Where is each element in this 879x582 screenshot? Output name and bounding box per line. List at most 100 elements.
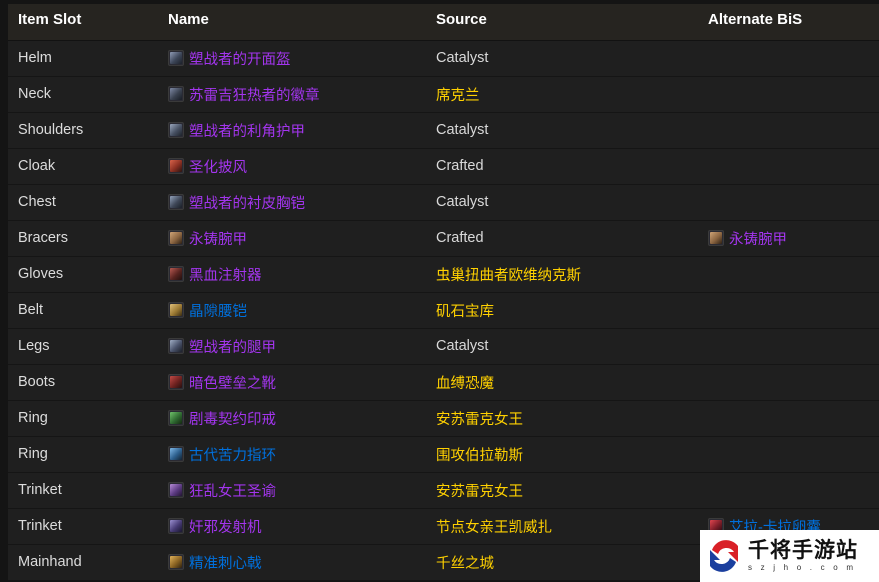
- cell-item-slot: Helm: [0, 40, 160, 77]
- cell-source: 虫巢扭曲者欧维纳克斯: [428, 256, 700, 293]
- alternate-bis-wrapper: 永铸腕甲: [700, 228, 879, 249]
- cell-item-slot: Cloak: [0, 148, 160, 185]
- item-name-link[interactable]: 暗色壁垒之靴: [189, 372, 276, 393]
- cell-item-name: 塑战者的腿甲: [160, 328, 428, 365]
- source-label[interactable]: 围攻伯拉勒斯: [428, 444, 700, 465]
- table-row: Helm 塑战者的开面盔 Catalyst: [0, 40, 879, 77]
- item-name-link[interactable]: 晶隙腰铠: [189, 300, 247, 321]
- item-name-wrapper: 黑血注射器: [160, 264, 428, 285]
- item-name-wrapper: 苏雷吉狂热者的徽章: [160, 84, 428, 105]
- cell-alternate-bis: [700, 40, 879, 77]
- belt-icon: [168, 302, 184, 318]
- item-name-wrapper: 塑战者的开面盔: [160, 48, 428, 69]
- source-label: Crafted: [436, 158, 484, 174]
- source-label[interactable]: 席克兰: [428, 84, 700, 105]
- source-label[interactable]: 虫巢扭曲者欧维纳克斯: [428, 264, 700, 285]
- table-row: Gloves 黑血注射器 虫巢扭曲者欧维纳克斯: [0, 256, 879, 293]
- cell-item-slot: Ring: [0, 400, 160, 437]
- item-slot-label: Neck: [18, 86, 52, 102]
- cell-alternate-bis: [700, 472, 879, 509]
- item-name-wrapper: 永铸腕甲: [160, 228, 428, 249]
- cell-item-slot: Chest: [0, 184, 160, 221]
- item-name-link[interactable]: 剧毒契约印戒: [189, 408, 276, 429]
- column-header-item-slot[interactable]: Item Slot: [0, 0, 160, 41]
- source-label[interactable]: 安苏雷克女王: [428, 408, 700, 429]
- item-name-link[interactable]: 塑战者的衬皮胸铠: [189, 192, 305, 213]
- bracers-icon: [708, 230, 724, 246]
- item-name-link[interactable]: 黑血注射器: [189, 264, 262, 285]
- cell-alternate-bis: [700, 436, 879, 473]
- source-label[interactable]: 节点女亲王凯威扎: [428, 516, 700, 537]
- source-label[interactable]: 矶石宝库: [428, 300, 700, 321]
- cell-source: Crafted: [428, 220, 700, 257]
- cell-item-name: 塑战者的开面盔: [160, 40, 428, 77]
- item-slot-label: Helm: [18, 50, 52, 66]
- cell-item-slot: Legs: [0, 328, 160, 365]
- item-name-wrapper: 塑战者的腿甲: [160, 336, 428, 357]
- trinket-icon: [168, 482, 184, 498]
- cell-alternate-bis: [700, 112, 879, 149]
- item-name-wrapper: 剧毒契约印戒: [160, 408, 428, 429]
- item-name-link[interactable]: 圣化披风: [189, 156, 247, 177]
- cell-item-slot: Mainhand: [0, 544, 160, 581]
- column-header-source[interactable]: Source: [428, 0, 700, 41]
- cell-item-slot: Ring: [0, 436, 160, 473]
- cell-source: 节点女亲王凯威扎: [428, 508, 700, 545]
- neck-icon: [168, 86, 184, 102]
- item-name-link[interactable]: 苏雷吉狂热者的徽章: [189, 84, 320, 105]
- source-label: Catalyst: [436, 122, 489, 138]
- item-name-wrapper: 塑战者的利角护甲: [160, 120, 428, 141]
- cell-item-name: 晶隙腰铠: [160, 292, 428, 329]
- item-slot-label: Belt: [18, 302, 43, 318]
- trinket2-icon: [168, 518, 184, 534]
- table-row: Boots 暗色壁垒之靴 血缚恐魔: [0, 364, 879, 401]
- item-name-link[interactable]: 奸邪发射机: [189, 516, 262, 537]
- source-label[interactable]: 千丝之城: [428, 552, 700, 573]
- item-name-link[interactable]: 狂乱女王圣谕: [189, 480, 276, 501]
- item-slot-label: Shoulders: [18, 122, 84, 138]
- item-name-link[interactable]: 古代苦力指环: [189, 444, 276, 465]
- cell-item-name: 塑战者的利角护甲: [160, 112, 428, 149]
- source-label[interactable]: 安苏雷克女王: [428, 480, 700, 501]
- weapon-icon: [168, 554, 184, 570]
- cell-item-name: 古代苦力指环: [160, 436, 428, 473]
- watermark-title: 千将手游站: [748, 538, 858, 562]
- cell-item-slot: Gloves: [0, 256, 160, 293]
- chest-icon: [168, 194, 184, 210]
- item-name-link[interactable]: 塑战者的开面盔: [189, 48, 291, 69]
- column-header-name[interactable]: Name: [160, 0, 428, 41]
- ring2-icon: [168, 446, 184, 462]
- cell-item-slot: Trinket: [0, 508, 160, 545]
- cell-source: Catalyst: [428, 112, 700, 149]
- column-header-alternate-bis[interactable]: Alternate BiS: [700, 0, 879, 41]
- shoulders-icon: [168, 122, 184, 138]
- source-label: Catalyst: [436, 50, 489, 66]
- item-slot-label: Trinket: [18, 482, 62, 498]
- item-name-link[interactable]: 精准刺心戟: [189, 552, 262, 573]
- cell-source: 矶石宝库: [428, 292, 700, 329]
- table-row: Cloak 圣化披风 Crafted: [0, 148, 879, 185]
- table-header-row: Item Slot Name Source Alternate BiS: [0, 0, 879, 41]
- item-name-link[interactable]: 塑战者的利角护甲: [189, 120, 305, 141]
- item-name-wrapper: 狂乱女王圣谕: [160, 480, 428, 501]
- item-name-link[interactable]: 永铸腕甲: [189, 228, 247, 249]
- cell-item-slot: Neck: [0, 76, 160, 113]
- cell-alternate-bis: [700, 184, 879, 221]
- column-header-source-label: Source: [436, 11, 487, 29]
- alternate-item-name-link[interactable]: 永铸腕甲: [729, 228, 787, 249]
- bis-gear-table-page: Item Slot Name Source Alternate BiS Helm…: [0, 0, 879, 582]
- cell-alternate-bis: [700, 256, 879, 293]
- ring-icon: [168, 410, 184, 426]
- cloak-icon: [168, 158, 184, 174]
- cell-item-slot: Shoulders: [0, 112, 160, 149]
- source-label[interactable]: 血缚恐魔: [428, 372, 700, 393]
- cell-item-name: 苏雷吉狂热者的徽章: [160, 76, 428, 113]
- item-slot-label: Ring: [18, 410, 48, 426]
- cell-alternate-bis: [700, 400, 879, 437]
- source-label: Catalyst: [436, 338, 489, 354]
- table-row: Ring 剧毒契约印戒 安苏雷克女王: [0, 400, 879, 437]
- item-name-wrapper: 古代苦力指环: [160, 444, 428, 465]
- cell-item-slot: Bracers: [0, 220, 160, 257]
- item-name-link[interactable]: 塑战者的腿甲: [189, 336, 276, 357]
- cell-source: 席克兰: [428, 76, 700, 113]
